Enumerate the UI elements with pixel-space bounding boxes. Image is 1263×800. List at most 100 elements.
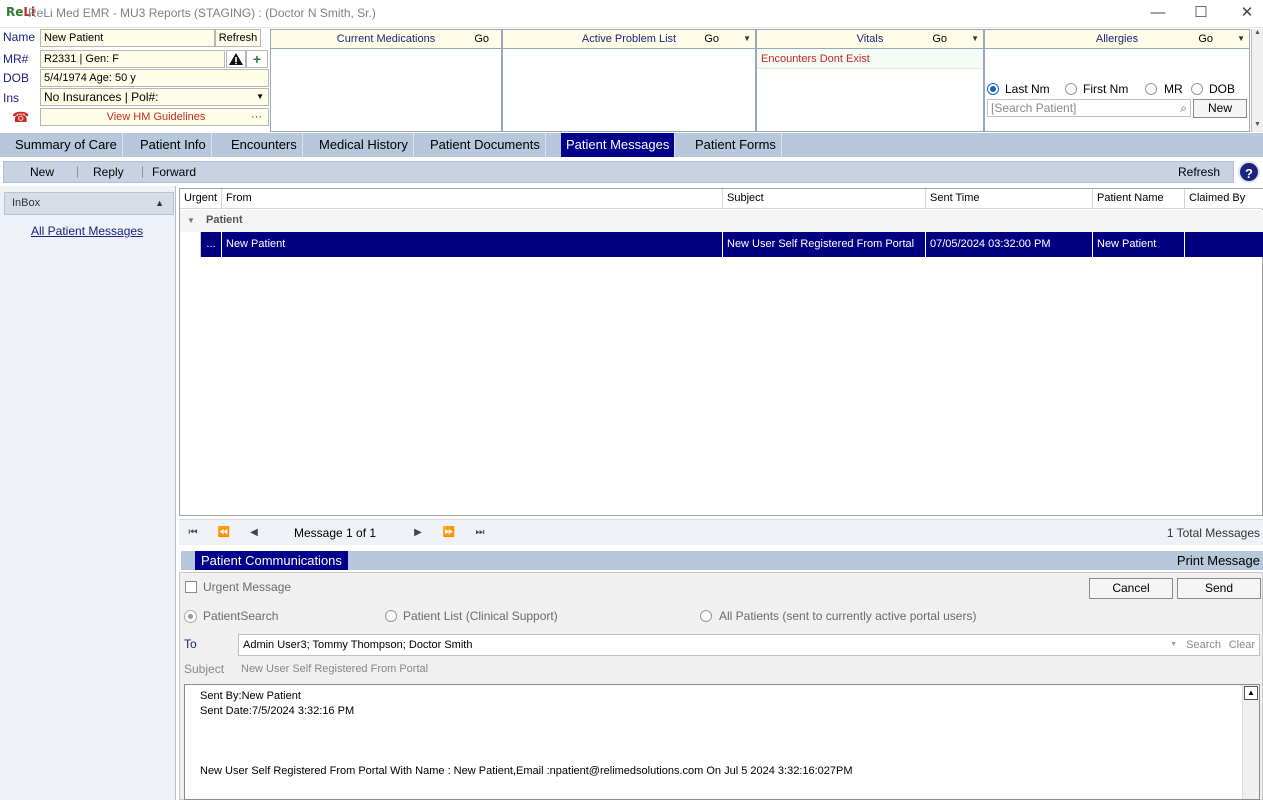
radio-last-name-label: Last Nm [1005,82,1050,96]
patient-header: Name New Patient Refresh MR# R2331 | Gen… [0,29,1263,132]
new-patient-button[interactable]: New [1193,99,1247,118]
radio-first-name[interactable] [1065,83,1077,95]
next-page-fast-icon[interactable]: ⏩ [437,524,461,542]
messages-grid: Urgent From Subject Sent Time Patient Na… [179,188,1263,516]
first-page-icon[interactable]: ⏮ [181,524,205,542]
radio-mr[interactable] [1145,83,1157,95]
urgent-checkbox[interactable] [185,581,197,593]
radio-patient-list[interactable] [385,610,397,622]
inbox-header[interactable]: InBox ▲ [4,192,174,215]
radio-patient-list-label: Patient List (Clinical Support) [403,609,558,623]
hm-guidelines-button[interactable]: View HM Guidelines ··· [40,108,269,126]
radio-all-patients[interactable] [700,610,712,622]
radio-dob[interactable] [1191,83,1203,95]
send-button[interactable]: Send [1177,578,1261,599]
vitals-title: Vitals [856,33,884,45]
row-claimed-by [1185,232,1263,257]
tab-summary-of-care[interactable]: Summary of Care [10,133,123,157]
refresh-messages-button[interactable]: Refresh [1178,162,1220,182]
table-row[interactable]: ... New Patient New User Self Registered… [180,232,1263,257]
subject-label: Subject [184,662,225,676]
column-header-sent-time[interactable]: Sent Time [926,189,1093,209]
next-page-icon[interactable]: ▶ [406,524,430,542]
to-value: Admin User3; Tommy Thompson; Doctor Smit… [243,639,473,651]
search-patient-input[interactable]: [Search Patient] ⌕ [987,99,1191,117]
chevron-down-icon[interactable]: ▼ [743,30,751,48]
all-patient-messages-link[interactable]: All Patient Messages [31,224,143,238]
radio-patient-search-label: PatientSearch [203,609,279,623]
add-alert-icon[interactable]: + [246,50,268,68]
prev-page-icon[interactable]: ◀ [242,524,266,542]
mr-field: R2331 | Gen: F [40,50,225,68]
radio-last-name[interactable] [987,83,999,95]
message-body[interactable]: Sent By:New Patient Sent Date:7/5/2024 3… [184,684,1260,800]
search-recipients-button[interactable]: Search [1186,635,1221,655]
chevron-down-icon[interactable]: ▼ [1170,635,1177,655]
help-icon[interactable]: ? [1238,161,1260,183]
name-label: Name [3,30,36,44]
print-message-button[interactable]: Print Message [1177,551,1260,570]
scroll-down-icon[interactable]: ▼ [1252,121,1263,128]
header-scrollbar[interactable]: ▲ ▼ [1251,29,1263,132]
allergies-panel: Allergies Go ▼ Last Nm First Nm MR DOB [Se… [984,29,1250,132]
message-toolbar: New Reply Forward Refresh [3,161,1234,183]
page-status: Message 1 of 1 [294,526,377,540]
prev-page-fast-icon[interactable]: ⏪ [212,524,236,542]
column-header-from[interactable]: From [222,189,723,209]
column-header-claimed-by[interactable]: Claimed By [1185,189,1263,209]
to-field[interactable]: Admin User3; Tommy Thompson; Doctor Smit… [238,634,1260,656]
medications-title: Current Medications [336,33,436,45]
scroll-up-icon[interactable]: ▲ [1252,29,1263,36]
medications-go[interactable]: Go [474,30,489,48]
close-button[interactable]: ✕ [1224,0,1263,28]
window-title: ReLi Med EMR - MU3 Reports (STAGING) : (… [28,6,376,20]
column-header-patient-name[interactable]: Patient Name [1093,189,1185,209]
radio-patient-search[interactable] [184,610,197,623]
to-label: To [184,637,197,651]
column-header-subject[interactable]: Subject [723,189,926,209]
problems-panel: Active Problem List Go ▼ [502,29,756,132]
scroll-up-icon[interactable]: ▲ [1244,686,1258,700]
patient-name-field[interactable]: New Patient [40,29,215,47]
subject-value[interactable]: New User Self Registered From Portal [241,663,428,675]
tab-patient-messages[interactable]: Patient Messages [561,133,676,157]
vitals-go[interactable]: Go [932,30,947,48]
reply-button[interactable]: Reply [93,162,124,182]
maximize-button[interactable]: ☐ [1178,0,1224,28]
clear-recipients-button[interactable]: Clear [1229,635,1255,655]
problems-go[interactable]: Go [704,30,719,48]
refresh-patient-button[interactable]: Refresh [215,29,261,47]
tab-medical-history[interactable]: Medical History [314,133,414,157]
ins-label: Ins [3,91,20,105]
medications-panel: Current Medications Go [270,29,502,132]
vitals-panel: Vitals Go ▼ Encounters Dont Exist [756,29,984,132]
allergies-go[interactable]: Go [1198,30,1213,48]
tab-patient-info[interactable]: Patient Info [135,133,212,157]
group-collapse-icon[interactable]: ▼ [187,210,195,231]
group-row-patient[interactable]: ▼ Patient [180,210,1263,232]
tab-patient-forms[interactable]: Patient Forms [690,133,782,157]
urgent-label: Urgent Message [203,580,292,594]
new-message-button[interactable]: New [30,162,54,182]
tab-patient-documents[interactable]: Patient Documents [425,133,546,157]
row-urgent: ... [201,232,222,257]
insurance-select[interactable]: No Insurances | Pol#: ▼ [40,88,269,106]
phone-icon[interactable]: ☎ [12,109,29,126]
cancel-button[interactable]: Cancel [1089,578,1173,599]
collapse-icon[interactable]: ▲ [155,193,164,214]
minimize-button[interactable]: — [1135,0,1181,28]
warning-icon[interactable] [226,50,246,68]
main-tabs: Summary of Care Patient Info Encounters … [0,133,1263,157]
column-header-urgent[interactable]: Urgent [180,189,222,209]
chevron-down-icon[interactable]: ▼ [971,30,979,48]
toolbar-divider [77,166,78,178]
dob-label: DOB [3,71,30,85]
tab-encounters[interactable]: Encounters [226,133,303,157]
group-label: Patient [206,214,243,226]
body-scrollbar[interactable]: ▲ [1242,685,1259,799]
row-from: New Patient [222,232,723,257]
chevron-down-icon[interactable]: ▼ [1237,30,1245,48]
forward-button[interactable]: Forward [152,162,196,182]
last-page-icon[interactable]: ⏭ [468,524,492,542]
mr-label: MR# [3,52,29,66]
